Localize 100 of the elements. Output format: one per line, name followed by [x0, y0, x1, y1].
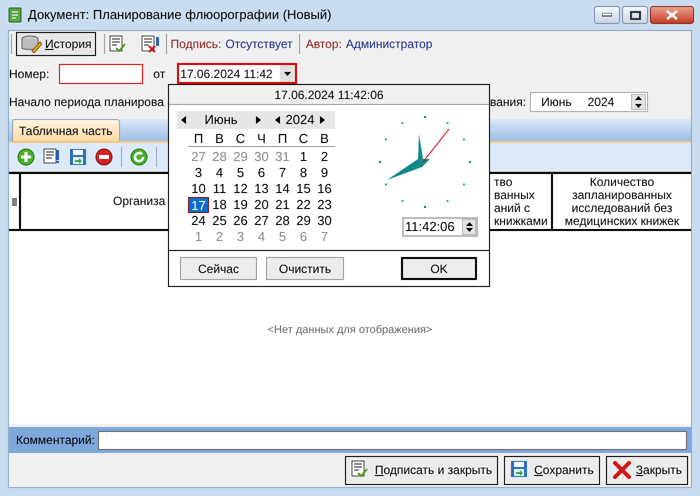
empty-table-message: <Нет данных для отображения>	[268, 322, 432, 338]
calendar-day[interactable]: 18	[209, 197, 230, 213]
calendar-day[interactable]: 5	[230, 165, 251, 181]
delete-icon[interactable]	[95, 148, 113, 166]
author-value: Администратор	[346, 36, 432, 54]
month-label: Июнь	[203, 111, 239, 130]
year-label: 2024	[284, 111, 316, 130]
refresh-icon[interactable]	[130, 148, 148, 166]
calendar-day[interactable]: 2	[314, 149, 335, 165]
row-indicator-icon	[12, 198, 16, 206]
calendar-day[interactable]: 6	[251, 165, 272, 181]
spin-icon[interactable]	[462, 219, 476, 235]
calendar-day[interactable]: 10	[188, 181, 209, 197]
column-header: Количество	[590, 176, 654, 189]
calendar-day[interactable]: 4	[251, 229, 272, 245]
calendar-day[interactable]: 5	[272, 229, 293, 245]
maximize-button[interactable]	[622, 6, 648, 24]
calendar-day[interactable]: 7	[314, 229, 335, 245]
next-year-icon[interactable]	[320, 116, 325, 124]
calendar-day[interactable]: 1	[293, 149, 314, 165]
sign-document-icon[interactable]	[108, 35, 127, 54]
period-label: вания:	[490, 94, 526, 111]
calendar-day[interactable]: 15	[293, 181, 314, 197]
tab[interactable]: Табличная часть	[12, 119, 120, 142]
previous-month-icon[interactable]	[181, 116, 186, 124]
save-button[interactable]: Сохранить	[504, 456, 600, 485]
calendar-day[interactable]: 29	[293, 213, 314, 229]
calendar-day[interactable]: 27	[188, 149, 209, 165]
signature-value: Отсутствует	[225, 36, 293, 54]
comment-label: Комментарий:	[15, 432, 95, 450]
date-time-header: 17.06.2024 11:42:06	[169, 85, 489, 105]
save-icon[interactable]	[69, 148, 87, 166]
calendar-day[interactable]: 11	[209, 181, 230, 197]
calendar-day[interactable]: 24	[188, 213, 209, 229]
weekday-label: С	[234, 131, 246, 147]
number-field[interactable]	[59, 64, 144, 84]
column-header: исследований без	[572, 202, 672, 215]
calendar-day[interactable]: 28	[209, 149, 230, 165]
calendar-day[interactable]: 25	[209, 213, 230, 229]
weekday-label: В	[214, 131, 225, 147]
calendar-day[interactable]: 29	[230, 149, 251, 165]
maximize-icon	[630, 10, 640, 20]
calendar-day[interactable]: 23	[314, 197, 335, 213]
sign-and-close-button[interactable]: Подписать и закрыть	[344, 456, 498, 485]
previous-year-icon[interactable]	[275, 116, 280, 124]
calendar-day[interactable]: 19	[230, 197, 251, 213]
add-icon[interactable]	[17, 148, 35, 166]
signature-label: Подпись:	[170, 36, 222, 54]
document-icon	[8, 7, 22, 23]
clear-button[interactable]: Очистить	[266, 257, 344, 280]
calendar-day[interactable]: 7	[272, 165, 293, 181]
calendar-day[interactable]: 17	[188, 197, 209, 213]
ok-button[interactable]: OK	[401, 257, 477, 280]
dropdown-icon[interactable]	[280, 65, 296, 82]
calendar-day[interactable]: 4	[209, 165, 230, 181]
close-button[interactable]	[650, 6, 694, 24]
edit-icon[interactable]	[43, 148, 61, 166]
calendar-day[interactable]: 16	[314, 181, 335, 197]
minimize-icon	[602, 13, 612, 17]
time-field[interactable]: 11:42:06	[402, 217, 478, 237]
calendar-day[interactable]: 30	[314, 213, 335, 229]
calendar-day[interactable]: 6	[293, 229, 314, 245]
calendar-day[interactable]: 12	[230, 181, 251, 197]
calendar-day[interactable]: 30	[251, 149, 272, 165]
calendar-day[interactable]: 1	[188, 229, 209, 245]
calendar-day[interactable]: 28	[272, 213, 293, 229]
close-button[interactable]: Закрыть	[606, 456, 688, 485]
calendar-day[interactable]: 26	[230, 213, 251, 229]
calendar-day[interactable]: 3	[230, 229, 251, 245]
minimize-button[interactable]	[594, 6, 620, 24]
period-field[interactable]: Июнь 2024	[530, 92, 648, 112]
number-label: Номер:	[9, 66, 50, 83]
next-month-icon[interactable]	[256, 116, 261, 124]
calendar-day[interactable]: 8	[293, 165, 314, 181]
calendar-day[interactable]: 3	[188, 165, 209, 181]
weekday-label: П	[276, 131, 288, 147]
weekday-label: В	[319, 131, 330, 147]
calendar-day[interactable]: 22	[293, 197, 314, 213]
weekday-label: Ч	[256, 131, 267, 147]
calendar-day[interactable]: 27	[251, 213, 272, 229]
spin-icon[interactable]	[631, 94, 646, 110]
column-header: медицинских книжек	[564, 214, 680, 228]
history-button[interactable]: История	[16, 32, 96, 56]
calendar-day[interactable]: 13	[251, 181, 272, 197]
comment-field[interactable]	[98, 430, 687, 450]
calendar-day[interactable]: 2	[209, 229, 230, 245]
calendar-day[interactable]: 14	[272, 181, 293, 197]
calendar-day[interactable]: 21	[272, 197, 293, 213]
calendar-day[interactable]: 31	[272, 149, 293, 165]
calendar-day[interactable]: 9	[314, 165, 335, 181]
delete-signature-icon[interactable]	[140, 35, 159, 54]
author-label: Автор:	[306, 36, 342, 54]
weekday-label: С	[298, 131, 310, 147]
date-field[interactable]: 17.06.2024 11:42	[177, 63, 298, 84]
close-icon	[666, 10, 678, 20]
column-header: ванных	[494, 188, 535, 202]
close-icon	[612, 460, 632, 480]
calendar-day[interactable]: 20	[251, 197, 272, 213]
window-title: Документ: Планирование флюорографии (Новый)	[28, 6, 332, 24]
now-button[interactable]: Сейчас	[180, 257, 257, 280]
